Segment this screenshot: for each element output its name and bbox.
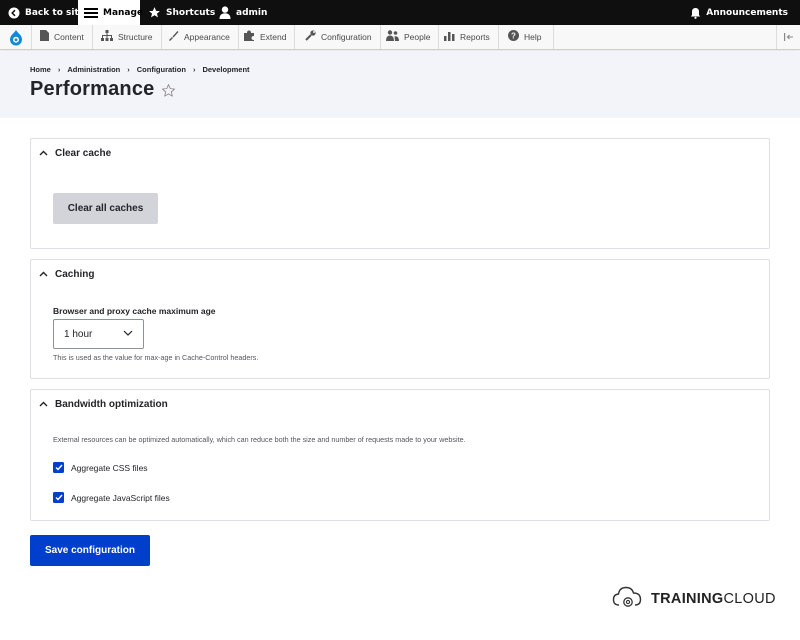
max-age-label: Browser and proxy cache maximum age — [53, 306, 216, 316]
save-configuration-button[interactable]: Save configuration — [30, 535, 150, 566]
menu-people[interactable]: People — [378, 25, 440, 49]
announcements-label: Announcements — [706, 7, 788, 18]
menu-people-label: People — [404, 32, 431, 42]
menu-content-label: Content — [54, 32, 84, 42]
brand-name-regular: CLOUD — [723, 591, 776, 607]
chevron-up-icon — [39, 269, 48, 280]
shortcuts-tab[interactable]: Shortcuts — [142, 0, 221, 25]
breadcrumb: Home › Administration › Configuration › … — [30, 65, 250, 74]
star-icon — [148, 6, 161, 19]
menu-reports[interactable]: Reports — [436, 25, 499, 49]
help-icon: ? — [508, 30, 519, 44]
menu-extend-label: Extend — [260, 32, 287, 42]
wrench-icon — [305, 30, 316, 44]
menu-help-label: Help — [524, 32, 542, 42]
cloud-icon — [612, 585, 643, 613]
shortcut-star-icon[interactable] — [161, 83, 176, 102]
chevron-down-icon — [123, 329, 133, 340]
caching-panel: Caching Browser and proxy cache maximum … — [30, 259, 770, 379]
max-age-select[interactable]: 1 hour — [53, 319, 144, 349]
back-arrow-icon — [8, 7, 20, 19]
aggregate-css-option[interactable]: Aggregate CSS files — [53, 462, 148, 473]
paintbrush-icon — [168, 30, 179, 44]
back-to-site-label: Back to site — [25, 7, 85, 18]
breadcrumb-configuration[interactable]: Configuration — [137, 65, 186, 74]
aggregate-js-label: Aggregate JavaScript files — [71, 492, 170, 503]
sitemap-icon — [101, 30, 113, 44]
hamburger-icon — [84, 7, 98, 19]
admin-menu-bar: Content Structure Appearance Extend Conf… — [0, 25, 800, 50]
page-title: Performance — [30, 78, 155, 100]
bandwidth-panel: Bandwidth optimization External resource… — [30, 389, 770, 521]
top-toolbar: Back to site Manage Shortcuts admin Anno… — [0, 0, 800, 25]
clear-all-caches-button[interactable]: Clear all caches — [53, 193, 158, 224]
menu-extend[interactable]: Extend — [236, 25, 296, 49]
clear-cache-panel: Clear cache Clear all caches — [30, 138, 770, 249]
user-icon — [219, 6, 231, 19]
trainingcloud-logo: TRAININGCLOUD — [612, 585, 776, 613]
bar-chart-icon — [444, 30, 455, 44]
menu-configuration[interactable]: Configuration — [297, 25, 381, 49]
bandwidth-description: External resources can be optimized auto… — [53, 435, 466, 444]
menu-appearance-label: Appearance — [184, 32, 230, 42]
breadcrumb-separator-icon: › — [57, 65, 61, 74]
puzzle-icon — [244, 30, 255, 44]
user-label: admin — [236, 7, 268, 18]
breadcrumb-home[interactable]: Home — [30, 65, 51, 74]
menu-structure-label: Structure — [118, 32, 153, 42]
max-age-selected-value: 1 hour — [64, 328, 93, 340]
menu-help[interactable]: ? Help — [500, 25, 554, 49]
menu-structure[interactable]: Structure — [93, 25, 162, 49]
aggregate-js-checkbox[interactable] — [53, 492, 64, 503]
announcements-tab[interactable]: Announcements — [684, 0, 794, 25]
collapse-menu-icon[interactable] — [776, 25, 800, 49]
clear-cache-heading: Clear cache — [55, 148, 112, 159]
bandwidth-heading: Bandwidth optimization — [55, 399, 168, 410]
max-age-description: This is used as the value for max-age in… — [53, 353, 259, 362]
menu-configuration-label: Configuration — [321, 32, 372, 42]
breadcrumb-administration[interactable]: Administration — [67, 65, 120, 74]
breadcrumb-separator-icon: › — [127, 65, 130, 74]
drupal-logo-icon[interactable] — [0, 25, 32, 49]
aggregate-css-label: Aggregate CSS files — [71, 462, 148, 473]
menu-content[interactable]: Content — [32, 25, 93, 49]
svg-text:?: ? — [511, 31, 516, 40]
bell-icon — [690, 7, 701, 19]
chevron-up-icon — [39, 148, 48, 159]
caching-toggle[interactable]: Caching — [39, 269, 94, 280]
manage-tab[interactable]: Manage — [78, 0, 144, 25]
people-icon — [386, 30, 399, 44]
menu-reports-label: Reports — [460, 32, 490, 42]
caching-heading: Caching — [55, 269, 95, 280]
chevron-up-icon — [39, 399, 48, 410]
clear-cache-toggle[interactable]: Clear cache — [39, 148, 111, 159]
bandwidth-toggle[interactable]: Bandwidth optimization — [39, 399, 168, 410]
page-header: Home › Administration › Configuration › … — [0, 51, 800, 118]
breadcrumb-development[interactable]: Development — [202, 65, 249, 74]
brand-name-bold: TRAINING — [651, 591, 724, 607]
menu-appearance[interactable]: Appearance — [160, 25, 239, 49]
breadcrumb-separator-icon: › — [192, 65, 196, 74]
aggregate-js-option[interactable]: Aggregate JavaScript files — [53, 492, 170, 503]
manage-label: Manage — [103, 7, 144, 18]
aggregate-css-checkbox[interactable] — [53, 462, 64, 473]
brand-name: TRAININGCLOUD — [651, 591, 776, 607]
document-icon — [40, 30, 49, 44]
shortcuts-label: Shortcuts — [166, 7, 216, 18]
user-tab[interactable]: admin — [213, 0, 273, 25]
